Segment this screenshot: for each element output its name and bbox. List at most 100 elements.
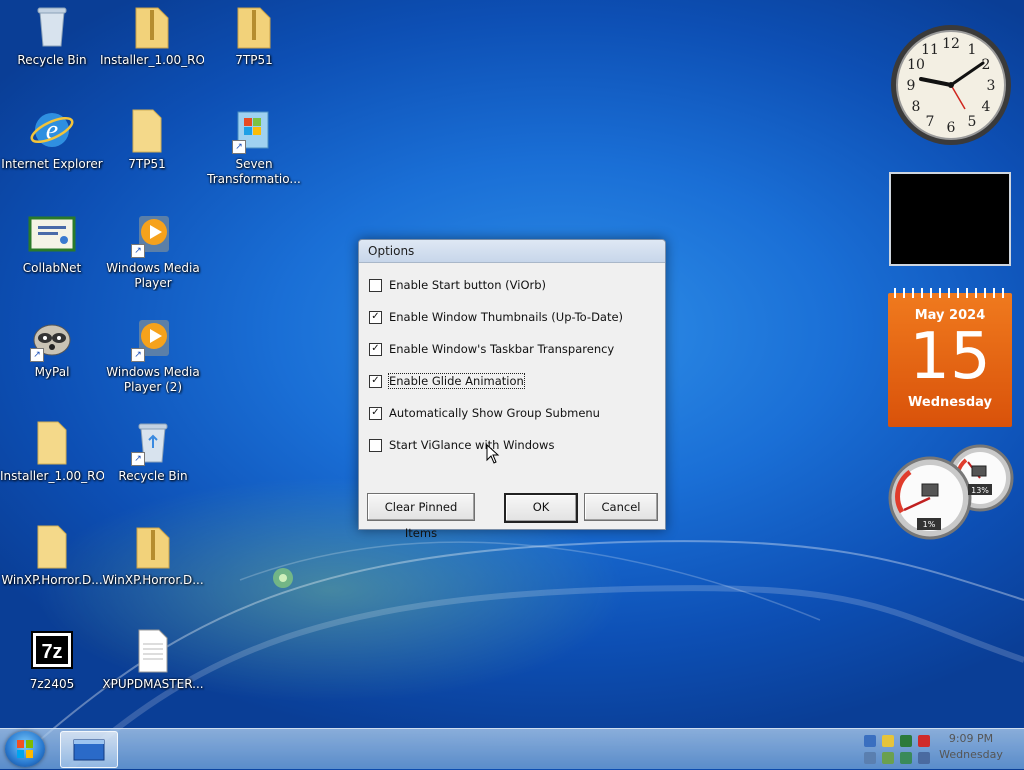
icon-label: WinXP.Horror.D... xyxy=(102,573,204,587)
desktop-icon-windows-media-player[interactable]: ↗ Windows Media Player xyxy=(101,210,205,291)
icon-label: Recycle Bin xyxy=(118,469,188,483)
security-shield-icon[interactable] xyxy=(882,735,894,747)
option-enable-window-thumbnails[interactable]: ✓ Enable Window Thumbnails (Up-To-Date) xyxy=(369,309,623,325)
checkbox-enable-window-thumbnails[interactable]: ✓ xyxy=(369,310,382,324)
slideshow-gadget[interactable] xyxy=(889,172,1011,266)
internet-explorer-icon: e xyxy=(28,106,76,154)
option-enable-start-button[interactable]: Enable Start button (ViOrb) xyxy=(369,277,546,293)
folder-icon xyxy=(123,106,171,154)
checkbox-enable-glide-animation[interactable]: ✓ xyxy=(369,374,382,388)
recycle-bin-icon xyxy=(28,2,76,50)
shield-check-icon[interactable] xyxy=(882,752,894,764)
icon-label: WinXP.Horror.D... xyxy=(1,573,103,587)
shortcut-arrow-icon: ↗ xyxy=(131,348,145,362)
icon-label: Installer_1.00_ROC xyxy=(0,469,104,483)
desktop-icon-xpupdmaster[interactable]: XPUPDMASTER... xyxy=(101,626,205,692)
desktop-icon-recycle-bin-shortcut[interactable]: ↗ Recycle Bin xyxy=(101,418,205,484)
desktop-icon-7tp51-zip[interactable]: 7TP51 xyxy=(202,2,306,68)
desktop-icon-installer-folder[interactable]: Installer_1.00_ROC xyxy=(0,418,104,484)
desktop-icon-recycle-bin[interactable]: Recycle Bin xyxy=(0,2,104,68)
clock-numeral: 6 xyxy=(947,120,956,136)
ok-button[interactable]: OK xyxy=(504,493,578,523)
calendar-gadget[interactable]: May 2024 15 Wednesday xyxy=(888,288,1012,427)
icon-label: 7z2405 xyxy=(29,677,75,691)
desktop-icon-mypal[interactable]: ↗ MyPal xyxy=(0,314,104,380)
desktop-icon-windows-media-player-2[interactable]: ↗ Windows Media Player (2) xyxy=(101,314,205,395)
text-file-icon xyxy=(129,626,177,674)
action-center-icon[interactable] xyxy=(900,752,912,764)
network-icon[interactable] xyxy=(864,735,876,747)
checkbox-enable-start-button[interactable] xyxy=(369,278,382,292)
desktop-icon-collabnet[interactable]: CollabNet xyxy=(0,210,104,276)
memory-usage-text: 13% xyxy=(971,486,989,495)
option-start-viglance-with-windows[interactable]: Start ViGlance with Windows xyxy=(369,437,554,453)
desktop-icon-7tp51-folder[interactable]: 7TP51 xyxy=(95,106,199,172)
desktop-icon-seven-transformation[interactable]: ↗ Seven Transformatio... xyxy=(202,106,306,187)
taskbar-app-button[interactable] xyxy=(60,731,118,768)
clock-numeral: 2 xyxy=(982,57,991,73)
clear-pinned-items-button[interactable]: Clear Pinned Items xyxy=(367,493,475,540)
icon-label: 7TP51 xyxy=(235,53,273,67)
clock-numeral: 4 xyxy=(982,99,991,115)
notification-area xyxy=(862,731,942,767)
desktop-icon-winxp-horror-1[interactable]: WinXP.Horror.D... xyxy=(0,522,104,588)
shortcut-arrow-icon: ↗ xyxy=(131,244,145,258)
option-label: Enable Glide Animation xyxy=(388,373,525,389)
certificate-icon xyxy=(28,210,76,258)
taskbar-time: 9:09 PM xyxy=(948,732,994,745)
cancel-button[interactable]: Cancel xyxy=(584,493,658,521)
calendar-day: 15 xyxy=(909,320,991,394)
installer-box-icon: ↗ xyxy=(230,106,278,154)
clock-numeral: 9 xyxy=(907,78,916,94)
calendar-rings xyxy=(894,288,1004,298)
option-auto-show-group-submenu[interactable]: ✓ Automatically Show Group Submenu xyxy=(369,405,600,421)
options-dialog: Options Enable Start button (ViOrb) ✓ En… xyxy=(358,239,666,540)
taskbar-day: Wednesday xyxy=(939,748,1003,761)
clock-numeral: 11 xyxy=(921,42,939,58)
icon-label: XPUPDMASTER... xyxy=(102,677,204,691)
clock-gadget[interactable]: 12 1 2 3 4 5 6 7 8 9 10 11 xyxy=(889,23,1013,147)
icon-label: CollabNet xyxy=(22,261,82,275)
window-app-icon xyxy=(73,739,105,761)
desktop-icon-internet-explorer[interactable]: e Internet Explorer xyxy=(0,106,104,172)
checkbox-auto-show-group-submenu[interactable]: ✓ xyxy=(369,406,382,420)
icon-label: Seven Transformatio... xyxy=(207,157,301,186)
dialog-title[interactable]: Options xyxy=(359,240,665,263)
volume-icon[interactable] xyxy=(864,752,876,764)
option-label: Enable Start button (ViOrb) xyxy=(389,278,547,292)
desktop-icon-installer[interactable]: Installer_1.00_ROC xyxy=(100,2,204,68)
checkbox-enable-taskbar-transparency[interactable]: ✓ xyxy=(369,342,382,356)
display-icon[interactable] xyxy=(900,735,912,747)
cpu-usage-text: 1% xyxy=(923,520,936,529)
checkbox-start-viglance-with-windows[interactable] xyxy=(369,438,382,452)
taskbar-clock[interactable]: 9:09 PM Wednesday xyxy=(936,731,1006,763)
icon-label: Windows Media Player xyxy=(106,261,200,290)
clock-numeral: 3 xyxy=(987,78,996,94)
option-enable-glide-animation[interactable]: ✓ Enable Glide Animation xyxy=(369,373,525,389)
shortcut-arrow-icon: ↗ xyxy=(30,348,44,362)
battery-icon[interactable] xyxy=(918,752,930,764)
cpu-meter-dials: 1% 13% xyxy=(888,444,1014,540)
windows-logo-icon xyxy=(17,740,33,758)
mouse-cursor-icon xyxy=(486,444,500,464)
icon-label: Recycle Bin xyxy=(17,53,87,67)
7zip-icon-text: 7z xyxy=(41,641,62,663)
calendar-weekday: Wednesday xyxy=(908,395,992,410)
folder-icon xyxy=(28,418,76,466)
zip-folder-icon xyxy=(230,2,278,50)
option-label: Enable Window's Taskbar Transparency xyxy=(389,342,615,356)
desktop-icon-7z2405[interactable]: 7z 7z2405 xyxy=(0,626,104,692)
clock-numeral: 1 xyxy=(968,42,977,58)
desktop-icon-winxp-horror-2[interactable]: WinXP.Horror.D... xyxy=(101,522,205,588)
clock-numeral: 7 xyxy=(926,114,935,130)
icon-label: MyPal xyxy=(34,365,70,379)
start-button[interactable] xyxy=(5,731,45,767)
error-x-icon[interactable] xyxy=(918,735,930,747)
cpu-meter-gadget[interactable]: 1% 13% xyxy=(888,442,1014,540)
recycle-bin-icon: ↗ xyxy=(129,418,177,466)
option-enable-taskbar-transparency[interactable]: ✓ Enable Window's Taskbar Transparency xyxy=(369,341,614,357)
clock-numeral: 8 xyxy=(912,99,921,115)
7zip-icon: 7z xyxy=(28,626,76,674)
clock-numeral: 10 xyxy=(907,57,925,73)
option-label: Start ViGlance with Windows xyxy=(389,438,555,452)
